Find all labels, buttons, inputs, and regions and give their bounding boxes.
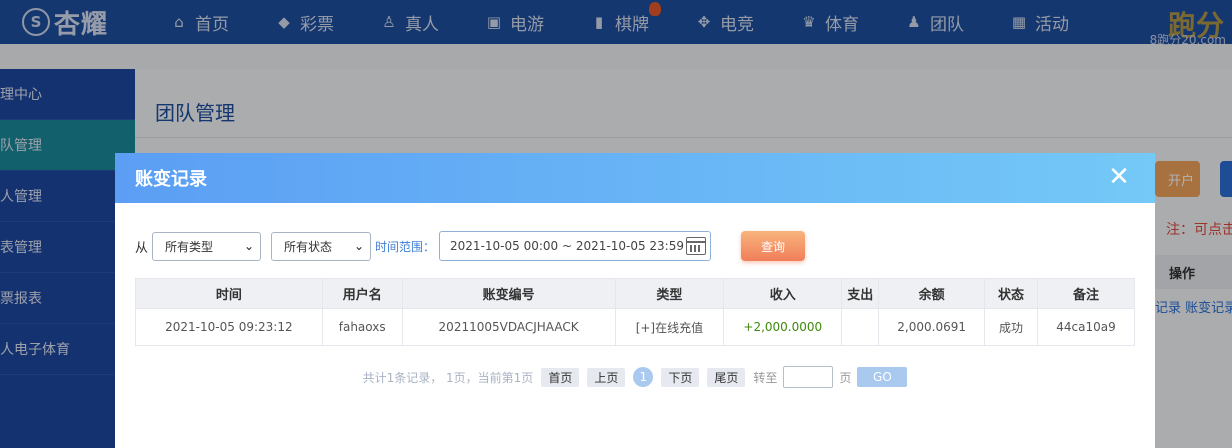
from-label: 从 — [135, 240, 149, 256]
table-cell — [841, 308, 880, 346]
table-cell: 2,000.0691 — [878, 308, 986, 346]
column-header: 余额 — [878, 278, 986, 309]
table-cell: 20211005VDACJHAACK — [401, 308, 616, 346]
page-unit-label: 页 — [839, 370, 852, 385]
table-cell: 2021-10-05 09:23:12 — [135, 308, 323, 346]
goto-page-input[interactable] — [783, 366, 834, 388]
transactions-table: 时间 用户名 账变编号 类型 收入 支出 余额 状态 备注 2021-10-05 09:23:1… — [135, 278, 1135, 346]
type-select[interactable]: 所有类型 ⌄ — [152, 231, 262, 261]
filter-bar: 从 所有类型 ⌄ 所有状态 ⌄ 时间范围： 2021-10-05 00:00 ~… — [135, 231, 806, 261]
status-select-value: 所有状态 — [284, 239, 333, 254]
column-header: 用户名 — [321, 278, 403, 309]
time-range-label: 时间范围： — [375, 239, 436, 254]
next-page-button[interactable]: 下页 — [661, 367, 700, 387]
date-range-input[interactable]: 2021-10-05 00:00 ~ 2021-10-05 23:59 — [439, 231, 712, 261]
pagination: 共计1条记录， 1页，当前第1页 首页 上页 1 下页 尾页 转至 页 GO — [115, 366, 1155, 388]
table-cell: [+]在线充值 — [614, 308, 725, 346]
column-header: 时间 — [135, 278, 323, 309]
chevron-down-icon: ⌄ — [353, 239, 365, 253]
table-cell: 成功 — [984, 308, 1039, 346]
status-select[interactable]: 所有状态 ⌄ — [271, 231, 372, 261]
query-button[interactable]: 查询 — [741, 231, 806, 261]
pagination-info: 共计1条记录， 1页，当前第1页 — [362, 370, 534, 385]
modal-title: 账变记录 — [135, 169, 207, 190]
table-cell: fahaoxs — [321, 308, 403, 346]
column-header: 状态 — [984, 278, 1039, 309]
column-header: 支出 — [841, 278, 880, 309]
prev-page-button[interactable]: 上页 — [587, 367, 626, 387]
column-header: 账变编号 — [401, 278, 616, 309]
column-header: 收入 — [723, 278, 843, 309]
table-header-row: 时间 用户名 账变编号 类型 收入 支出 余额 状态 备注 — [135, 278, 1135, 309]
date-range-value: 2021-10-05 00:00 ~ 2021-10-05 23:59 — [450, 239, 684, 253]
close-icon[interactable]: ✕ — [1107, 164, 1131, 190]
column-header: 类型 — [614, 278, 725, 309]
table-cell: 44ca10a9 — [1037, 308, 1135, 346]
current-page-indicator[interactable]: 1 — [633, 367, 654, 387]
table-row: 2021-10-05 09:23:12 fahaoxs 20211005VDACJH… — [135, 308, 1135, 346]
column-header: 备注 — [1037, 278, 1135, 309]
table-cell: +2,000.0000 — [723, 308, 843, 346]
first-page-button[interactable]: 首页 — [541, 367, 580, 387]
calendar-icon[interactable] — [686, 237, 707, 255]
go-button[interactable]: GO — [857, 367, 908, 387]
modal-header: 账变记录 ✕ — [115, 153, 1155, 203]
goto-label: 转至 — [753, 370, 778, 385]
transaction-record-modal: 账变记录 ✕ 从 所有类型 ⌄ 所有状态 ⌄ 时间范围： 2021-10-05 … — [115, 153, 1155, 448]
last-page-button[interactable]: 尾页 — [707, 367, 746, 387]
type-select-value: 所有类型 — [165, 239, 214, 254]
chevron-down-icon: ⌄ — [243, 239, 255, 253]
